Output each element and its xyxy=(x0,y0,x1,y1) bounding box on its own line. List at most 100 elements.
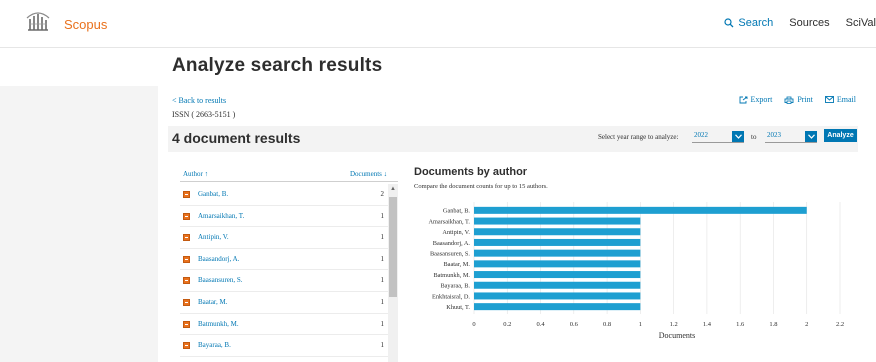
page-title: Analyze search results xyxy=(172,55,383,76)
nav-sources[interactable]: Sources xyxy=(789,17,829,29)
brand-name[interactable]: Scopus xyxy=(64,17,107,32)
x-tick-label: 1 xyxy=(639,321,642,328)
print-icon xyxy=(784,96,794,104)
x-tick-label: 0.4 xyxy=(536,321,545,328)
results-count-title: 4 document results xyxy=(172,130,301,146)
checkbox-selected-icon[interactable] xyxy=(183,234,190,242)
top-nav: Search Sources SciVal xyxy=(708,17,876,29)
author-doc-count: 2 xyxy=(380,190,385,198)
y-category-label: Antipin, V. xyxy=(442,229,470,236)
y-category-label: Ganbat, B. xyxy=(443,208,471,215)
checkbox-selected-icon[interactable] xyxy=(183,277,190,285)
author-list: Ganbat, B. 2 Amarsaikhan, T. 1 Antipin, … xyxy=(180,184,388,357)
x-tick-label: 0.8 xyxy=(603,321,611,328)
action-links: Export Print Email xyxy=(727,95,856,104)
author-row[interactable]: Baasandorj, A. 1 xyxy=(180,249,388,271)
author-doc-count: 1 xyxy=(380,233,385,242)
x-axis-label: Documents xyxy=(659,331,695,340)
author-doc-count: 1 xyxy=(380,211,385,220)
issn-label: ISSN ( 2663-5151 ) xyxy=(172,110,236,119)
author-name[interactable]: Batmunkh, M. xyxy=(198,320,239,328)
author-row[interactable]: Baasansuren, S. 1 xyxy=(180,270,388,292)
documents-column-header[interactable]: Documents ↓ xyxy=(350,170,387,178)
year-end-value: 2023 xyxy=(767,131,781,139)
author-name[interactable]: Bayaraa, B. xyxy=(198,341,231,349)
bar xyxy=(474,228,641,236)
author-doc-count: 1 xyxy=(380,297,385,306)
export-button[interactable]: Export xyxy=(739,95,773,104)
nav-search-label: Search xyxy=(738,17,774,29)
bar xyxy=(474,281,641,289)
chevron-down-icon[interactable] xyxy=(732,131,744,142)
bar xyxy=(474,303,641,311)
top-bar: Scopus Search Sources SciVal xyxy=(0,0,876,48)
author-row[interactable]: Batmunkh, M. 1 xyxy=(180,314,388,336)
checkbox-selected-icon[interactable] xyxy=(183,320,190,328)
email-icon xyxy=(824,96,834,103)
checkbox-selected-icon[interactable] xyxy=(183,212,190,220)
email-button[interactable]: Email xyxy=(824,95,856,104)
author-doc-count: 1 xyxy=(380,254,385,263)
bar xyxy=(474,249,641,257)
scrollbar-thumb[interactable] xyxy=(389,197,397,297)
x-tick-label: 2.2 xyxy=(836,321,844,328)
author-row[interactable]: Ganbat, B. 2 xyxy=(180,184,388,206)
print-label: Print xyxy=(797,95,813,104)
author-name[interactable]: Amarsaikhan, T. xyxy=(198,212,244,220)
bar xyxy=(474,292,641,300)
search-icon xyxy=(724,18,734,28)
chevron-down-icon[interactable] xyxy=(805,131,817,142)
year-start-value: 2022 xyxy=(694,131,708,139)
documents-by-author-chart: 0 0.2 0.4 0.6 0.8 1 1.2 1.4 1.6 1.8 2 2.2 Ganbat, B.… xyxy=(428,202,844,340)
y-category-label: Batmunkh, M. xyxy=(433,272,470,279)
year-end-select[interactable]: 2023 xyxy=(765,131,817,143)
bar xyxy=(474,271,641,279)
author-name[interactable]: Ganbat, B. xyxy=(198,190,228,198)
bar xyxy=(474,206,807,214)
author-row[interactable]: Antipin, V. 1 xyxy=(180,227,388,249)
author-doc-count: 1 xyxy=(380,319,385,328)
email-label: Email xyxy=(836,95,856,104)
y-category-label: Baatar, M. xyxy=(443,261,470,268)
x-tick-label: 0.2 xyxy=(503,321,511,328)
back-to-results-link[interactable]: < Back to results xyxy=(172,96,226,105)
author-row[interactable]: Baatar, M. 1 xyxy=(180,292,388,314)
x-tick-label: 1.6 xyxy=(736,321,745,328)
y-category-label: Enkhtaisral, D. xyxy=(432,293,470,300)
y-category-label: Baasandorj, A. xyxy=(433,240,471,247)
checkbox-selected-icon[interactable] xyxy=(183,298,190,306)
analyze-button[interactable]: Analyze xyxy=(824,129,857,142)
header-divider xyxy=(180,181,398,182)
scroll-up-icon[interactable]: ▲ xyxy=(390,186,396,192)
author-name[interactable]: Antipin, V. xyxy=(198,233,229,241)
y-category-label: Bayaraa, B. xyxy=(440,283,470,290)
x-tick-label: 2 xyxy=(805,321,808,328)
y-category-label: Khuut, T. xyxy=(446,304,470,311)
checkbox-selected-icon[interactable] xyxy=(183,191,190,198)
author-name[interactable]: Baasandorj, A. xyxy=(198,255,239,263)
x-tick-label: 1.4 xyxy=(703,321,712,328)
elsevier-logo-icon[interactable] xyxy=(24,10,52,34)
author-column-header[interactable]: Author ↑ xyxy=(183,170,208,178)
checkbox-selected-icon[interactable] xyxy=(183,342,190,350)
left-panel-background xyxy=(0,86,158,362)
author-row[interactable]: Amarsaikhan, T. 1 xyxy=(180,206,388,228)
year-start-select[interactable]: 2022 xyxy=(692,131,744,143)
year-range-label: Select year range to analyze: xyxy=(598,133,679,141)
checkbox-selected-icon[interactable] xyxy=(183,255,190,263)
author-doc-count: 1 xyxy=(380,276,385,285)
x-tick-label: 1.2 xyxy=(670,321,678,328)
y-category-label: Amarsaikhan, T. xyxy=(428,218,470,225)
author-name[interactable]: Baatar, M. xyxy=(198,298,227,306)
bar xyxy=(474,238,641,246)
export-icon xyxy=(739,96,747,103)
bar xyxy=(474,260,641,268)
author-name[interactable]: Baasansuren, S. xyxy=(198,276,243,284)
nav-scival[interactable]: SciVal xyxy=(846,17,876,29)
export-label: Export xyxy=(750,95,773,104)
author-row[interactable]: Bayaraa, B. 1 xyxy=(180,335,388,357)
nav-search[interactable]: Search xyxy=(724,17,773,29)
print-button[interactable]: Print xyxy=(784,95,813,104)
chart-title: Documents by author xyxy=(414,166,528,178)
x-tick-label: 1.8 xyxy=(769,321,777,328)
